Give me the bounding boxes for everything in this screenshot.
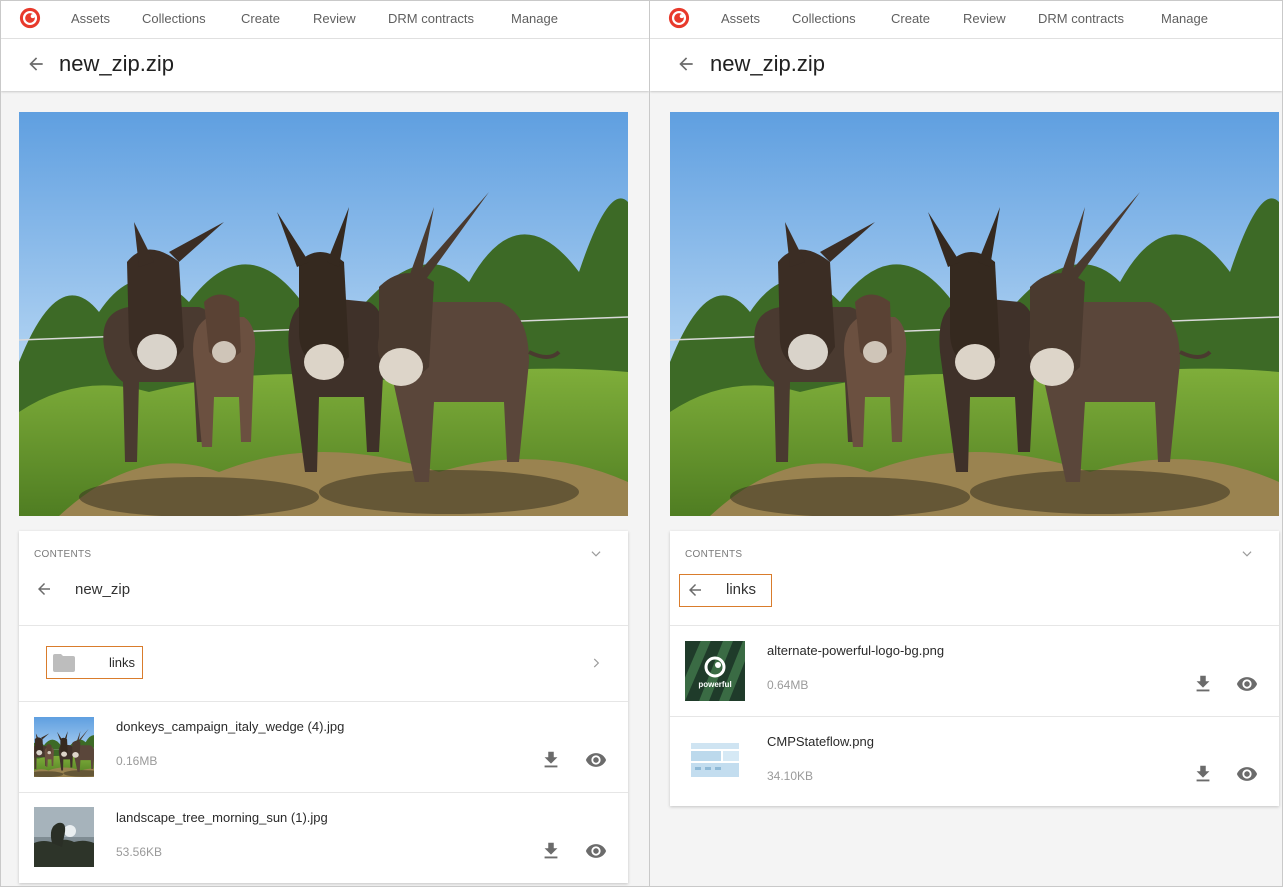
logo-thumbnail-icon: powerful (685, 641, 745, 701)
nav-review[interactable]: Review (963, 11, 1006, 26)
asset-preview-image (19, 112, 628, 516)
nav-manage[interactable]: Manage (511, 11, 558, 26)
left-panel: Assets Collections Create Review DRM con… (0, 0, 650, 887)
contents-label: CONTENTS (34, 549, 92, 560)
nav-create[interactable]: Create (241, 11, 280, 26)
contents-card: CONTENTS links powerful alternate-powerf… (670, 531, 1279, 806)
file-name: donkeys_campaign_italy_wedge (4).jpg (116, 719, 345, 734)
chevron-down-icon[interactable] (589, 547, 603, 561)
file-size: 34.10KB (767, 769, 814, 783)
download-icon[interactable] (1192, 763, 1214, 785)
file-size: 0.64MB (767, 678, 809, 692)
file-size: 0.16MB (116, 754, 158, 768)
folder-icon (53, 654, 75, 672)
thumbnail-text: powerful (698, 680, 731, 689)
brand-logo-icon[interactable] (668, 7, 690, 29)
chevron-down-icon[interactable] (1240, 547, 1254, 561)
folder-row[interactable]: links (19, 626, 628, 701)
top-navigation: Assets Collections Create Review DRM con… (1, 1, 649, 39)
title-bar: new_zip.zip (1, 39, 649, 91)
eye-icon[interactable] (1236, 673, 1258, 695)
nav-assets[interactable]: Assets (721, 11, 760, 26)
eye-icon[interactable] (1236, 763, 1258, 785)
page-title: new_zip.zip (710, 51, 825, 76)
chevron-right-icon[interactable] (589, 656, 603, 670)
file-size: 53.56KB (116, 845, 163, 859)
nav-review[interactable]: Review (313, 11, 356, 26)
title-bar: new_zip.zip (650, 39, 1282, 91)
list-item[interactable]: CMPStateflow.png 34.10KB (670, 717, 1279, 806)
asset-preview-image (670, 112, 1279, 516)
eye-icon[interactable] (585, 749, 607, 771)
arrow-left-icon[interactable] (686, 581, 704, 599)
file-thumbnail (34, 717, 94, 777)
diagram-thumbnail-icon (685, 731, 745, 791)
download-icon[interactable] (540, 840, 562, 862)
landscape-thumbnail-icon (34, 807, 94, 867)
right-panel: Assets Collections Create Review DRM con… (649, 0, 1283, 887)
nav-manage[interactable]: Manage (1161, 11, 1208, 26)
list-item[interactable]: powerful alternate-powerful-logo-bg.png … (670, 626, 1279, 716)
nav-drm-contracts[interactable]: DRM contracts (1038, 11, 1124, 26)
contents-label: CONTENTS (685, 549, 743, 560)
list-item[interactable]: donkeys_campaign_italy_wedge (4).jpg 0.1… (19, 702, 628, 792)
nav-drm-contracts[interactable]: DRM contracts (388, 11, 474, 26)
file-thumbnail: powerful (685, 641, 745, 701)
contents-card: CONTENTS new_zip links donkeys_campaign_… (19, 531, 628, 883)
download-icon[interactable] (1192, 673, 1214, 695)
top-navigation: Assets Collections Create Review DRM con… (650, 1, 1282, 39)
file-name: CMPStateflow.png (767, 734, 874, 749)
folder-name: links (109, 655, 136, 670)
download-icon[interactable] (540, 749, 562, 771)
breadcrumb: links (726, 581, 757, 598)
file-name: landscape_tree_morning_sun (1).jpg (116, 810, 328, 825)
list-item[interactable]: landscape_tree_morning_sun (1).jpg 53.56… (19, 793, 628, 883)
file-name: alternate-powerful-logo-bg.png (767, 643, 945, 658)
nav-create[interactable]: Create (891, 11, 930, 26)
nav-collections[interactable]: Collections (142, 11, 206, 26)
page-title: new_zip.zip (59, 51, 174, 76)
nav-assets[interactable]: Assets (71, 11, 110, 26)
arrow-left-icon[interactable] (35, 580, 53, 598)
arrow-left-icon[interactable] (26, 54, 46, 74)
nav-collections[interactable]: Collections (792, 11, 856, 26)
eye-icon[interactable] (585, 840, 607, 862)
arrow-left-icon[interactable] (676, 54, 696, 74)
breadcrumb: new_zip (75, 581, 131, 598)
brand-logo-icon[interactable] (19, 7, 41, 29)
file-thumbnail (34, 807, 94, 867)
file-thumbnail (685, 731, 745, 791)
